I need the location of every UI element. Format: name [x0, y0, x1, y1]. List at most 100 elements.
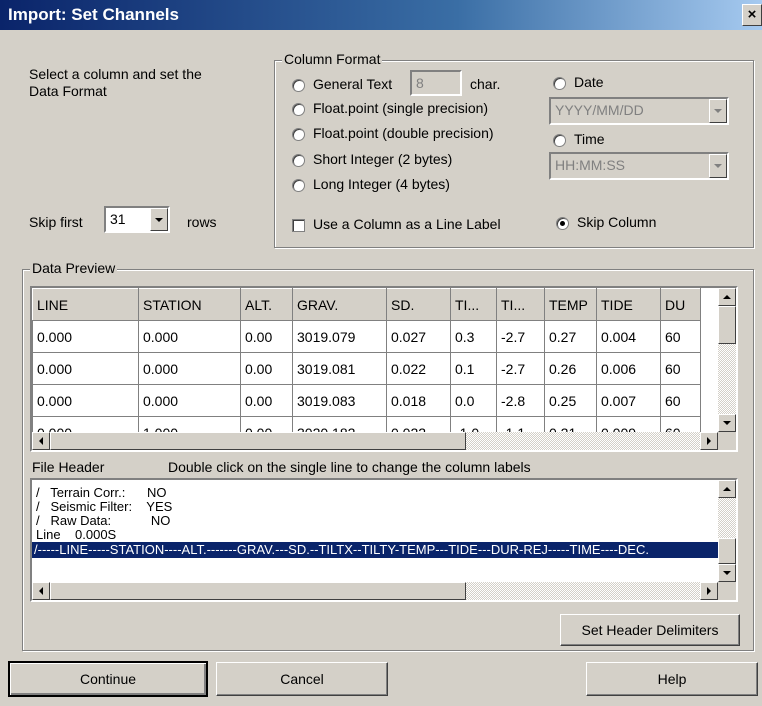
continue-button[interactable]: Continue [8, 661, 208, 697]
column-header[interactable]: GRAV. [292, 288, 387, 321]
line-label-option[interactable]: Use a Column as a Line Label [292, 216, 501, 232]
table-cell: 0.009 [596, 416, 661, 432]
cancel-button[interactable]: Cancel [216, 662, 388, 696]
file-header-line[interactable]: / Seismic Filter: YES [36, 500, 172, 514]
close-button[interactable]: × [742, 4, 762, 26]
time-option[interactable]: Time [553, 131, 605, 147]
header-vertical-thumb[interactable] [718, 538, 736, 564]
table-cell: 60 [660, 320, 701, 353]
column-header[interactable]: TI... [496, 288, 545, 321]
float-double-option[interactable]: Float.point (double precision) [292, 125, 494, 141]
scrollbar-corner [718, 582, 736, 600]
float-double-radio[interactable] [292, 127, 305, 141]
file-header-line[interactable]: / Raw Data: NO [36, 514, 170, 528]
table-row[interactable]: 0.000 0.000 0.00 3019.083 0.018 0.0 -2.8… [32, 384, 701, 417]
table-cell: 0.007 [596, 384, 661, 417]
set-header-delimiters-button[interactable]: Set Header Delimiters [560, 614, 740, 646]
table-cell: 60 [660, 352, 701, 385]
arrow-left-icon [39, 437, 43, 445]
column-header[interactable]: LINE [32, 288, 139, 321]
grid-scroll-up-button[interactable] [718, 288, 736, 306]
table-cell: 3019.081 [292, 352, 387, 385]
file-header-line[interactable]: Line 0.000S [36, 528, 116, 542]
arrow-down-icon [723, 571, 731, 575]
table-cell: 60 [660, 416, 701, 432]
column-header[interactable]: TIDE [596, 288, 661, 321]
long-integer-radio[interactable] [292, 178, 305, 192]
table-cell: 0.00 [240, 352, 293, 385]
header-scroll-right-button[interactable] [700, 582, 718, 600]
general-text-option[interactable]: General Text [292, 76, 392, 92]
column-header[interactable]: TI... [450, 288, 497, 321]
grid-scroll-left-button[interactable] [32, 432, 50, 450]
data-table: LINE STATION ALT. GRAV. SD. TI... TI... … [32, 288, 701, 432]
char-label: char. [470, 76, 501, 92]
skip-column-radio[interactable] [556, 216, 569, 230]
grid-scroll-right-button[interactable] [700, 432, 718, 450]
date-format-dropdown-button[interactable] [709, 99, 727, 123]
general-text-length-input[interactable]: 8 [410, 70, 462, 96]
file-header-line[interactable]: / Terrain Corr.: NO [36, 486, 167, 500]
file-header-selected-row[interactable]: /-----LINE-----STATION----ALT.-------GRA… [32, 542, 718, 558]
column-header[interactable]: TEMP [544, 288, 597, 321]
short-integer-label: Short Integer (2 bytes) [313, 151, 453, 167]
data-preview-grid[interactable]: LINE STATION ALT. GRAV. SD. TI... TI... … [30, 286, 738, 452]
column-header[interactable]: ALT. [240, 288, 293, 321]
skip-rows-select[interactable]: 31 [104, 206, 170, 233]
column-header[interactable]: STATION [138, 288, 241, 321]
table-cell: -1.1 [496, 416, 545, 432]
float-double-label: Float.point (double precision) [313, 125, 494, 141]
table-cell: 0.000 [138, 352, 241, 385]
arrow-right-icon [707, 587, 711, 595]
file-header-list[interactable]: / Terrain Corr.: NO / Seismic Filter: YE… [30, 478, 738, 602]
column-header[interactable]: DU [660, 288, 701, 321]
header-horizontal-thumb[interactable] [50, 582, 466, 600]
rows-label: rows [187, 214, 217, 230]
chevron-down-icon [155, 217, 163, 222]
time-format-value: HH:MM:SS [555, 157, 625, 173]
table-cell: 0.006 [596, 352, 661, 385]
grid-scroll-down-button[interactable] [718, 414, 736, 432]
short-integer-option[interactable]: Short Integer (2 bytes) [292, 151, 452, 167]
general-text-radio[interactable] [292, 78, 305, 92]
help-button[interactable]: Help [586, 662, 758, 696]
table-cell: -2.7 [496, 320, 545, 353]
table-row[interactable]: 0.000 0.000 0.00 3019.081 0.022 0.1 -2.7… [32, 352, 701, 385]
column-header[interactable]: SD. [386, 288, 451, 321]
time-format-dropdown-button[interactable] [709, 154, 727, 178]
date-format-select[interactable]: YYYY/MM/DD [549, 97, 729, 125]
date-radio[interactable] [553, 76, 566, 90]
table-cell: 0.004 [596, 320, 661, 353]
time-radio[interactable] [553, 133, 566, 147]
header-scroll-up-button[interactable] [718, 480, 736, 498]
table-cell: 0.000 [32, 416, 139, 432]
skip-rows-dropdown-button[interactable] [150, 208, 168, 231]
line-label-checkbox[interactable] [292, 218, 305, 232]
table-cell: 0.0 [450, 384, 497, 417]
float-single-radio[interactable] [292, 102, 305, 116]
file-header-selected-line[interactable]: /-----LINE-----STATION----ALT.-------GRA… [34, 543, 649, 557]
date-option[interactable]: Date [553, 74, 604, 90]
table-row[interactable]: 0.000 1.000 0.00 3020.182 0.022 -1.0 -1.… [32, 416, 701, 432]
header-scroll-down-button[interactable] [718, 564, 736, 582]
grid-horizontal-thumb[interactable] [50, 432, 466, 450]
chevron-down-icon [714, 164, 722, 168]
table-cell: 1.000 [138, 416, 241, 432]
date-format-value: YYYY/MM/DD [555, 102, 644, 118]
table-cell: 0.21 [544, 416, 597, 432]
skip-column-label: Skip Column [577, 214, 657, 230]
long-integer-option[interactable]: Long Integer (4 bytes) [292, 176, 450, 192]
table-cell: 0.00 [240, 384, 293, 417]
table-row[interactable]: 0.000 0.000 0.00 3019.079 0.027 0.3 -2.7… [32, 320, 701, 353]
float-single-option[interactable]: Float.point (single precision) [292, 100, 488, 116]
skip-column-option[interactable]: Skip Column [556, 214, 656, 230]
arrow-left-icon [39, 587, 43, 595]
table-cell: 0.000 [32, 352, 139, 385]
data-preview-legend: Data Preview [30, 260, 118, 276]
header-scroll-left-button[interactable] [32, 582, 50, 600]
short-integer-radio[interactable] [292, 153, 305, 167]
table-cell: 0.1 [450, 352, 497, 385]
time-format-select[interactable]: HH:MM:SS [549, 152, 729, 180]
table-header-row: LINE STATION ALT. GRAV. SD. TI... TI... … [32, 288, 701, 321]
grid-vertical-thumb[interactable] [718, 306, 736, 344]
